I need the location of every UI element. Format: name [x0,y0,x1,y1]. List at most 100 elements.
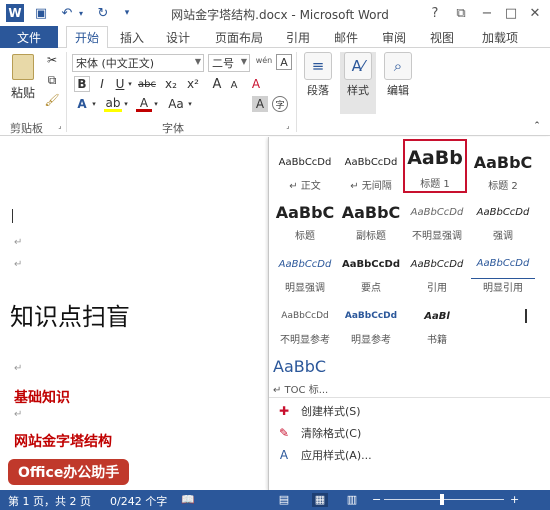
change-case-icon[interactable]: Aa [166,96,186,112]
document-text-basic[interactable]: 基础知识 [14,387,70,407]
font-color-dropdown-icon[interactable]: ▾ [152,96,160,112]
print-layout-icon[interactable]: ▦ [312,493,328,507]
text-effects-icon[interactable]: A [74,96,90,112]
style-normal[interactable]: AaBbCcDd ↵ 正文 [273,147,337,197]
style-intense-quote[interactable]: AaBbCcDd 明显引用 [471,249,535,299]
cut-icon[interactable]: ✂ [44,52,60,68]
zoom-slider[interactable] [384,499,504,500]
zoom-out-icon[interactable]: − [372,493,381,506]
tab-insert[interactable]: 插入 [112,26,152,48]
style-title[interactable]: AaBbC 标题 [273,197,337,247]
enclose-char-icon[interactable]: 字 [272,96,288,112]
clear-formatting-menu-item[interactable]: ✎ 清除格式(C) [275,423,361,443]
undo-dropdown-icon[interactable]: ▾ [76,4,86,22]
close-button[interactable]: ✕ [524,3,546,23]
word-count[interactable]: 0/242 个字 [110,493,167,509]
style-strong[interactable]: AaBbCcDd 要点 [339,249,403,299]
web-layout-icon[interactable]: ▥ [344,493,360,507]
maximize-button[interactable]: □ [500,3,522,23]
superscript-button[interactable]: x² [184,76,202,92]
font-size-combo[interactable]: 二号 ▼ [208,54,250,72]
tab-mailings[interactable]: 邮件 [326,26,366,48]
style-name: 不明显参考 [280,335,330,346]
paste-button[interactable]: 粘贴 [8,54,38,101]
style-toc-heading[interactable]: AaBbC ↵ TOC 标... [273,351,343,401]
tab-file[interactable]: 文件 [0,26,58,48]
tab-layout[interactable]: 页面布局 [210,26,268,48]
ribbon-display-button[interactable]: ⧉ [450,3,472,23]
style-quote[interactable]: AaBbCcDd 引用 [405,249,469,299]
highlight-dropdown-icon[interactable]: ▾ [122,96,130,112]
minimize-button[interactable]: − [476,3,498,23]
page-count[interactable]: 第 1 页，共 2 页 [8,493,91,509]
tab-design[interactable]: 设计 [158,26,198,48]
shrink-font-icon[interactable]: A [228,78,240,92]
font-color-icon[interactable]: A [136,96,152,112]
style-heading-2[interactable]: AaBbC 标题 2 [471,147,535,197]
style-sample: AaBbCcDd [344,156,398,168]
tab-references[interactable]: 引用 [278,26,318,48]
tab-addins[interactable]: 加载项 [472,26,528,48]
paste-label: 粘贴 [10,86,35,100]
tab-review[interactable]: 审阅 [374,26,414,48]
eraser-icon: ✎ [278,426,290,440]
read-mode-icon[interactable]: ▤ [276,493,292,507]
zoom-in-icon[interactable]: + [510,493,519,506]
style-emphasis[interactable]: AaBbCcDd 强调 [471,197,535,247]
document-text-structure[interactable]: 网站金字塔结构 [14,431,112,451]
style-subtle-reference[interactable]: AaBbCcDd 不明显参考 [273,301,337,351]
style-subtle-emphasis[interactable]: AaBbCcDd 不明显强调 [405,197,469,247]
char-shading-icon[interactable]: A [252,96,268,112]
tab-home[interactable]: 开始 [66,26,108,49]
ribbon: 粘贴 ✂ ⧉ 🖌 剪贴板 ⌟ 宋体 (中文正文) ▼ 二号 ▼ wén A B … [0,48,550,136]
collapse-ribbon-icon[interactable]: ⌃ [530,120,544,132]
style-name: ↵ 正文 [289,181,321,192]
font-group-label: 字体 [162,122,184,135]
highlight-icon[interactable]: ab [104,96,122,112]
undo-icon[interactable]: ↶ [58,4,76,22]
format-painter-icon[interactable]: 🖌 [44,92,60,108]
style-heading-1[interactable]: AaBb 标题 1 [403,139,467,193]
apply-styles-label: 应用样式(A)... [301,449,372,462]
word-icon[interactable]: W [6,4,24,22]
font-launcher-icon[interactable]: ⌟ [284,122,292,130]
bold-button[interactable]: B [74,76,90,92]
change-case-dropdown-icon[interactable]: ▾ [186,96,194,112]
apply-styles-menu-item[interactable]: A 应用样式(A)... [275,445,372,465]
text-effects-dropdown-icon[interactable]: ▾ [90,96,98,112]
document-area[interactable]: ↵ ↵ 知识点扫盲 ↵ 基础知识 ↵ 网站金字塔结构 Office办公助手 [0,137,268,490]
style-intense-reference[interactable]: AaBbCcDd 明显参考 [339,301,403,351]
zoom-slider-thumb[interactable] [440,494,444,505]
strikethrough-button[interactable]: abc [136,76,158,92]
style-intense-emphasis[interactable]: AaBbCcDd 明显强调 [273,249,337,299]
grow-font-icon[interactable]: A [210,76,224,92]
paragraph-button[interactable]: ≡ 段落 [300,52,336,114]
clear-format-icon[interactable]: A [248,76,264,92]
document-heading[interactable]: 知识点扫盲 [10,297,130,332]
char-border-icon[interactable]: A [276,54,292,70]
style-name: ↵ TOC 标... [273,385,329,396]
clipboard-launcher-icon[interactable]: ⌟ [56,122,64,130]
clear-formatting-label: 清除格式(C) [301,427,362,440]
create-style-menu-item[interactable]: ✚ 创建样式(S) [275,401,361,421]
paragraph-mark: ↵ [14,259,23,270]
styles-button[interactable]: A⁄ 样式 [340,52,376,114]
proofing-icon[interactable]: 📖 [180,493,196,507]
underline-dropdown-icon[interactable]: ▾ [126,76,134,92]
style-sample: AaBbC [341,202,401,222]
style-subtitle[interactable]: AaBbC 副标题 [339,197,403,247]
style-no-spacing[interactable]: AaBbCcDd ↵ 无间隔 [339,147,403,197]
editing-button[interactable]: ⌕ 编辑 [380,52,416,114]
italic-button[interactable]: I [94,76,110,92]
subscript-button[interactable]: x₂ [162,76,180,92]
redo-icon[interactable]: ↻ [94,4,112,22]
help-button[interactable]: ? [424,3,446,23]
style-book-title[interactable]: AaBl 书籍 [405,301,469,351]
copy-icon[interactable]: ⧉ [44,72,60,88]
qat-customize-icon[interactable]: ▾ [118,4,136,22]
font-name-combo[interactable]: 宋体 (中文正文) ▼ [72,54,204,72]
apply-styles-icon: A [279,448,289,462]
phonetic-guide-icon[interactable]: wén [254,52,274,68]
tab-view[interactable]: 视图 [422,26,462,48]
save-icon[interactable]: ▣ [32,4,50,22]
